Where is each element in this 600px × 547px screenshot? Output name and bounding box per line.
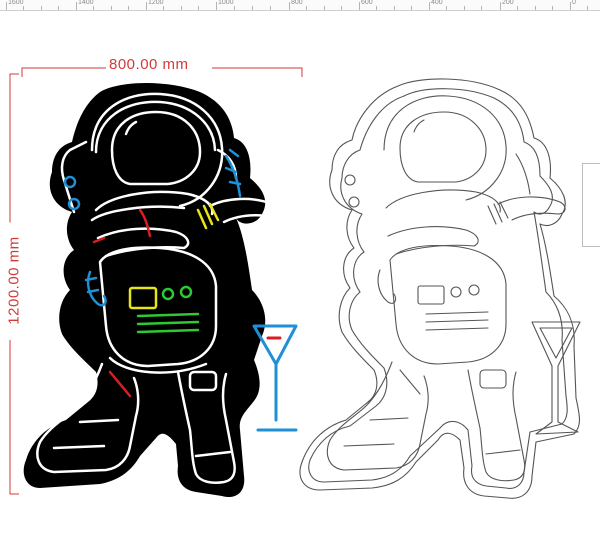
design-canvas[interactable] [0,0,600,547]
width-dimension-label: 800.00 mm [106,56,192,73]
docker-panel-edge[interactable] [582,163,600,247]
astronaut-outline-icon[interactable] [299,78,581,499]
height-dimension-label: 1200.00 mm [5,222,23,339]
martini-glass-icon [252,324,298,432]
neon-astronaut-icon[interactable] [23,83,298,498]
